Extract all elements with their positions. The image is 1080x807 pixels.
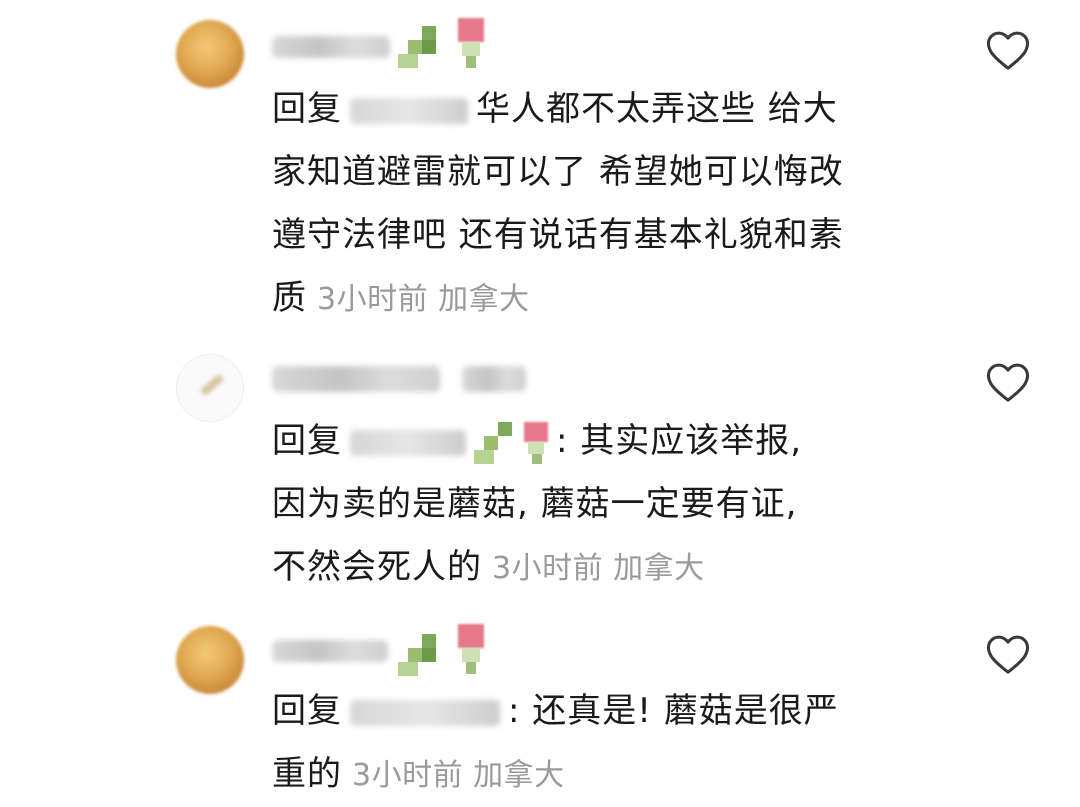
clover-emoji-icon	[398, 26, 442, 68]
username-blurred[interactable]	[272, 640, 388, 662]
comment-time: 3小时前	[352, 758, 464, 793]
comment-location: 加拿大	[438, 282, 530, 317]
avatar[interactable]	[176, 626, 244, 694]
comment-item: 回复 华人都不太弄这些 给大 家知道避雷就可以了 希望她可以悔改 遵守法律吧 还有…	[0, 0, 1080, 330]
comment-time: 3小时前	[317, 282, 429, 317]
comment-time: 3小时前	[492, 551, 604, 586]
comment-item: 回复: 其实应该举报, 因为卖的是蘑菇, 蘑菇一定要有证, 不然会死人的 3小时前…	[0, 340, 1080, 610]
avatar[interactable]	[176, 20, 244, 88]
heart-outline-icon[interactable]	[985, 632, 1031, 676]
heart-outline-icon[interactable]	[985, 28, 1031, 72]
rose-emoji-icon	[518, 421, 556, 464]
comment-text: 回复 华人都不太弄这些 给大 家知道避雷就可以了 希望她可以悔改 遵守法律吧 还有…	[272, 89, 844, 318]
comment-text: 回复: 其实应该举报, 因为卖的是蘑菇, 蘑菇一定要有证, 不然会死人的 3小时前…	[272, 421, 803, 587]
heart-outline-icon[interactable]	[985, 360, 1031, 404]
comment-item: 回复: 还真是! 蘑菇是很严 重的 3小时前 加拿大	[0, 614, 1080, 804]
clover-emoji-icon	[474, 421, 518, 464]
mention-blurred[interactable]	[350, 699, 500, 726]
avatar[interactable]	[176, 354, 244, 422]
mention-blurred[interactable]	[350, 429, 466, 456]
comment-location: 加拿大	[613, 551, 705, 586]
username-blurred[interactable]	[272, 366, 440, 392]
clover-emoji-icon	[398, 634, 442, 676]
mention-blurred[interactable]	[350, 97, 468, 124]
rose-emoji-icon	[452, 624, 490, 676]
comment-text: 回复: 还真是! 蘑菇是很严 重的 3小时前 加拿大	[272, 691, 839, 794]
username-blurred[interactable]	[272, 36, 390, 58]
reply-prefix: 回复	[272, 691, 342, 731]
rose-emoji-icon	[452, 18, 490, 70]
reply-prefix: 回复	[272, 89, 342, 129]
comment-location: 加拿大	[473, 758, 565, 793]
reply-prefix: 回复	[272, 421, 342, 461]
username-badge-blurred	[462, 366, 526, 392]
